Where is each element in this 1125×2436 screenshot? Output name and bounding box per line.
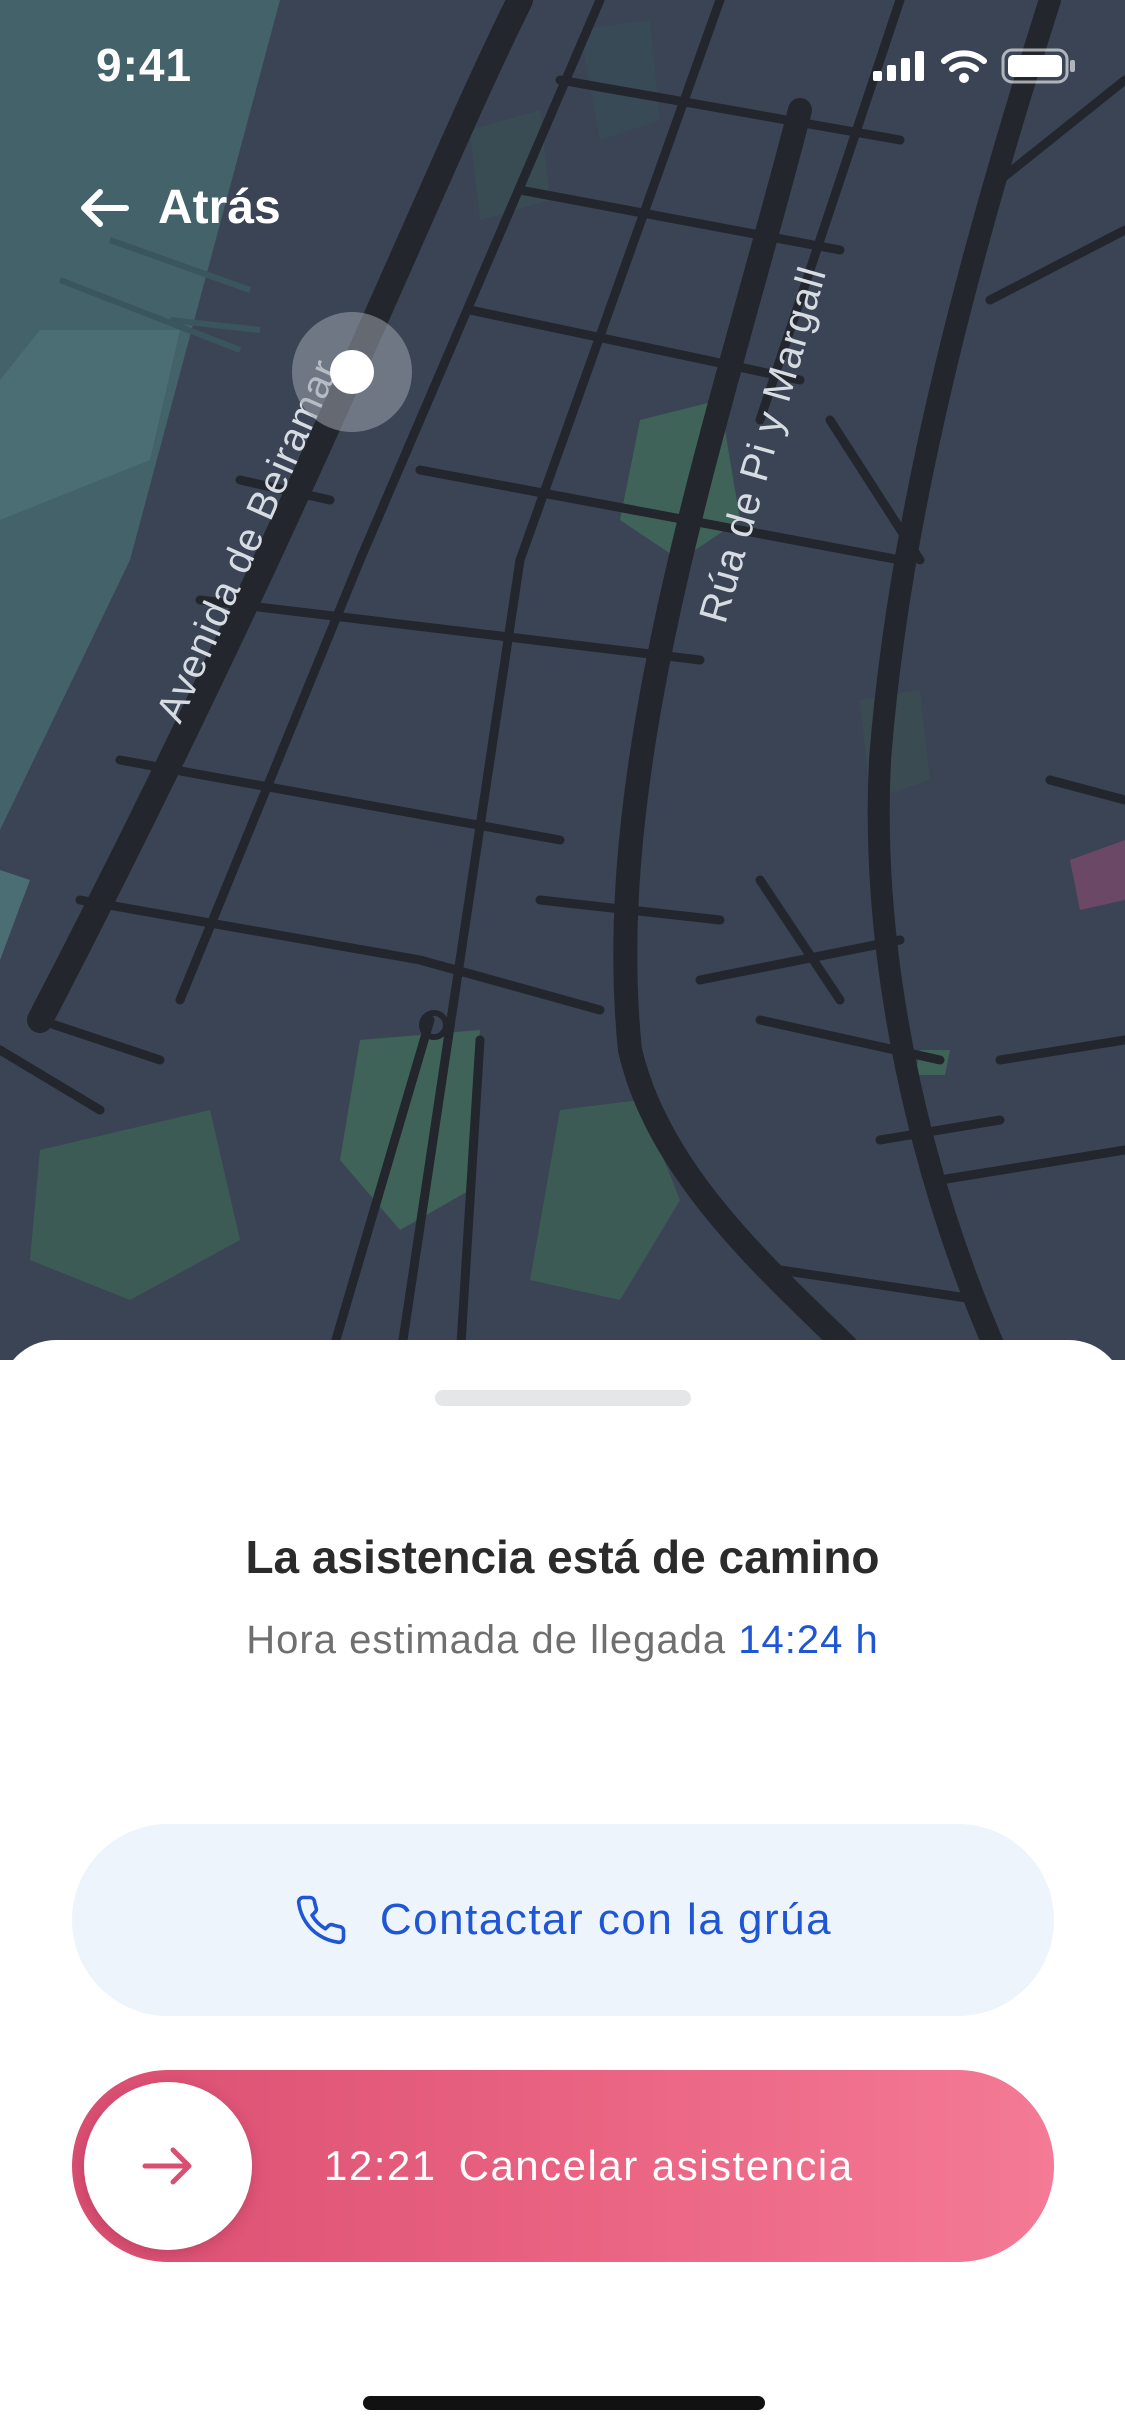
screen: Avenida de Beiramar Rúa de Pi y Margall … <box>0 0 1125 2436</box>
eta-line: Hora estimada de llegada 14:24 h <box>0 1618 1125 1663</box>
sheet-grabber[interactable] <box>435 1390 691 1406</box>
battery-icon <box>1001 48 1075 84</box>
contact-tow-label: Contactar con la grúa <box>379 1895 833 1944</box>
cancel-label: Cancelar asistencia <box>458 2142 854 2189</box>
cancel-timer: 12:21 <box>324 2142 437 2189</box>
right-arrow-icon <box>142 2147 192 2185</box>
cancel-text: 12:21 Cancelar asistencia <box>324 2070 854 2262</box>
contact-tow-button[interactable]: Contactar con la grúa <box>72 1824 1054 2016</box>
signal-icon <box>873 51 924 81</box>
eta-value: 14:24 h <box>738 1618 879 1662</box>
status-icons <box>873 48 1077 84</box>
eta-label: Hora estimada de llegada <box>246 1618 727 1662</box>
wifi-icon <box>941 50 987 83</box>
slider-knob[interactable] <box>84 2082 252 2250</box>
cancel-assistance-slider[interactable]: 12:21 Cancelar asistencia <box>72 2070 1054 2262</box>
back-button[interactable]: Atrás <box>78 180 281 235</box>
status-bar: 9:41 <box>0 0 1125 130</box>
bottom-sheet: La asistencia está de camino Hora estima… <box>0 1340 1125 2436</box>
back-arrow-icon <box>81 188 129 227</box>
status-time: 9:41 <box>96 39 193 91</box>
home-indicator[interactable] <box>363 2396 765 2410</box>
location-dot-icon <box>292 312 412 432</box>
phone-icon <box>296 1895 346 1945</box>
sheet-title: La asistencia está de camino <box>245 1531 880 1583</box>
back-label: Atrás <box>158 181 281 234</box>
